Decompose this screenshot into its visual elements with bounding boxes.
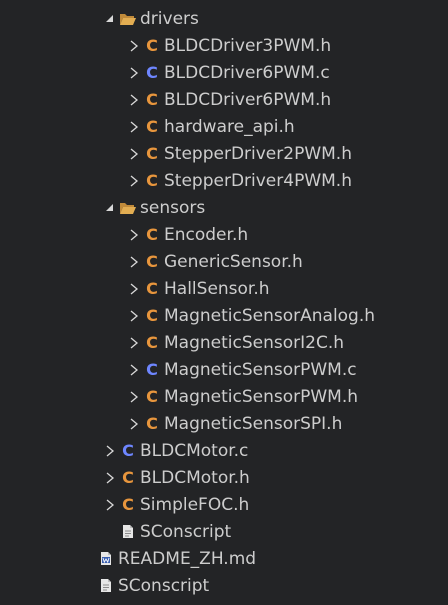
c-header-icon: C (146, 414, 158, 433)
tree-file-readme-zh-md[interactable]: README_ZH.md (0, 545, 448, 572)
document-icon (118, 522, 138, 542)
tree-file-label: BLDCDriver3PWM.h (164, 35, 332, 56)
chevron-collapsed-icon[interactable] (126, 306, 142, 326)
tree-file-stepperdriver2pwm-h[interactable]: C StepperDriver2PWM.h (0, 140, 448, 167)
tree-folder-drivers[interactable]: drivers (0, 5, 448, 32)
tree-file-label: SConscript (140, 521, 232, 542)
tree-file-label: README_ZH.md (118, 548, 257, 569)
tree-file-stepperdriver4pwm-h[interactable]: C StepperDriver4PWM.h (0, 167, 448, 194)
tree-file-bldcmotor-c[interactable]: C BLDCMotor.c (0, 437, 448, 464)
tree-file-label: MagneticSensorI2C.h (164, 332, 344, 353)
tree-file-label: BLDCMotor.c (140, 440, 249, 461)
chevron-expanded-icon[interactable] (102, 198, 118, 218)
c-header-icon: C (146, 90, 158, 109)
document-icon (96, 576, 116, 596)
tree-file-magneticsensorpwm-h[interactable]: C MagneticSensorPWM.h (0, 383, 448, 410)
chevron-collapsed-icon[interactable] (126, 279, 142, 299)
chevron-collapsed-icon[interactable] (102, 495, 118, 515)
folder-open-icon (118, 198, 138, 218)
tree-file-magneticsensorpwm-c[interactable]: C MagneticSensorPWM.c (0, 356, 448, 383)
word-document-icon (96, 549, 116, 569)
chevron-collapsed-icon[interactable] (126, 90, 142, 110)
chevron-expanded-icon[interactable] (102, 9, 118, 29)
tree-file-magneticsensoranalog-h[interactable]: C MagneticSensorAnalog.h (0, 302, 448, 329)
c-header-icon: C (146, 171, 158, 190)
c-header-icon: C (146, 252, 158, 271)
tree-file-hardware-api-h[interactable]: C hardware_api.h (0, 113, 448, 140)
tree-folder-label: drivers (140, 8, 199, 29)
c-header-icon: C (146, 279, 158, 298)
tree-file-label: MagneticSensorPWM.h (164, 386, 359, 407)
project-explorer-tree: drivers C BLDCDriver3PWM.h C BLDCDriver6… (0, 0, 448, 605)
tree-file-label: HallSensor.h (164, 278, 270, 299)
tree-folder-label: sensors (140, 197, 206, 218)
c-header-icon: C (122, 495, 134, 514)
tree-file-label: MagneticSensorPWM.c (164, 359, 357, 380)
c-source-icon: C (146, 360, 158, 379)
chevron-collapsed-icon[interactable] (126, 225, 142, 245)
c-header-icon: C (146, 306, 158, 325)
c-header-icon: C (122, 468, 134, 487)
tree-file-hallsensor-h[interactable]: C HallSensor.h (0, 275, 448, 302)
tree-file-simplefoc-h[interactable]: C SimpleFOC.h (0, 491, 448, 518)
chevron-collapsed-icon[interactable] (126, 63, 142, 83)
tree-file-sconscript-root[interactable]: SConscript (0, 572, 448, 599)
tree-file-label: BLDCMotor.h (140, 467, 250, 488)
tree-file-bldcdriver3pwm-h[interactable]: C BLDCDriver3PWM.h (0, 32, 448, 59)
c-header-icon: C (146, 144, 158, 163)
tree-file-label: GenericSensor.h (164, 251, 303, 272)
tree-file-bldcmotor-h[interactable]: C BLDCMotor.h (0, 464, 448, 491)
tree-file-label: SimpleFOC.h (140, 494, 250, 515)
c-header-icon: C (146, 117, 158, 136)
tree-file-label: StepperDriver4PWM.h (164, 170, 352, 191)
tree-file-label: SConscript (118, 575, 210, 596)
chevron-collapsed-icon[interactable] (126, 333, 142, 353)
tree-file-bldcdriver6pwm-h[interactable]: C BLDCDriver6PWM.h (0, 86, 448, 113)
chevron-collapsed-icon[interactable] (102, 468, 118, 488)
tree-file-label: BLDCDriver6PWM.c (164, 62, 330, 83)
tree-file-bldcdriver6pwm-c[interactable]: C BLDCDriver6PWM.c (0, 59, 448, 86)
tree-file-label: hardware_api.h (164, 116, 295, 137)
tree-file-label: MagneticSensorAnalog.h (164, 305, 376, 326)
tree-file-label: MagneticSensorSPI.h (164, 413, 343, 434)
chevron-collapsed-icon[interactable] (126, 360, 142, 380)
tree-file-magneticsensori2c-h[interactable]: C MagneticSensorI2C.h (0, 329, 448, 356)
chevron-collapsed-icon[interactable] (126, 414, 142, 434)
c-header-icon: C (146, 36, 158, 55)
chevron-collapsed-icon[interactable] (102, 441, 118, 461)
c-header-icon: C (146, 225, 158, 244)
tree-file-label: Encoder.h (164, 224, 249, 245)
chevron-collapsed-icon[interactable] (126, 36, 142, 56)
tree-folder-sensors[interactable]: sensors (0, 194, 448, 221)
tree-file-genericsensor-h[interactable]: C GenericSensor.h (0, 248, 448, 275)
tree-file-encoder-h[interactable]: C Encoder.h (0, 221, 448, 248)
chevron-collapsed-icon[interactable] (126, 144, 142, 164)
tree-file-sconscript-src[interactable]: SConscript (0, 518, 448, 545)
tree-file-label: StepperDriver2PWM.h (164, 143, 352, 164)
folder-open-icon (118, 9, 138, 29)
chevron-collapsed-icon[interactable] (126, 252, 142, 272)
chevron-collapsed-icon[interactable] (126, 171, 142, 191)
c-header-icon: C (146, 333, 158, 352)
c-source-icon: C (122, 441, 134, 460)
tree-file-label: BLDCDriver6PWM.h (164, 89, 332, 110)
chevron-collapsed-icon[interactable] (126, 117, 142, 137)
c-source-icon: C (146, 63, 158, 82)
c-header-icon: C (146, 387, 158, 406)
tree-file-magneticsensorspi-h[interactable]: C MagneticSensorSPI.h (0, 410, 448, 437)
chevron-collapsed-icon[interactable] (126, 387, 142, 407)
